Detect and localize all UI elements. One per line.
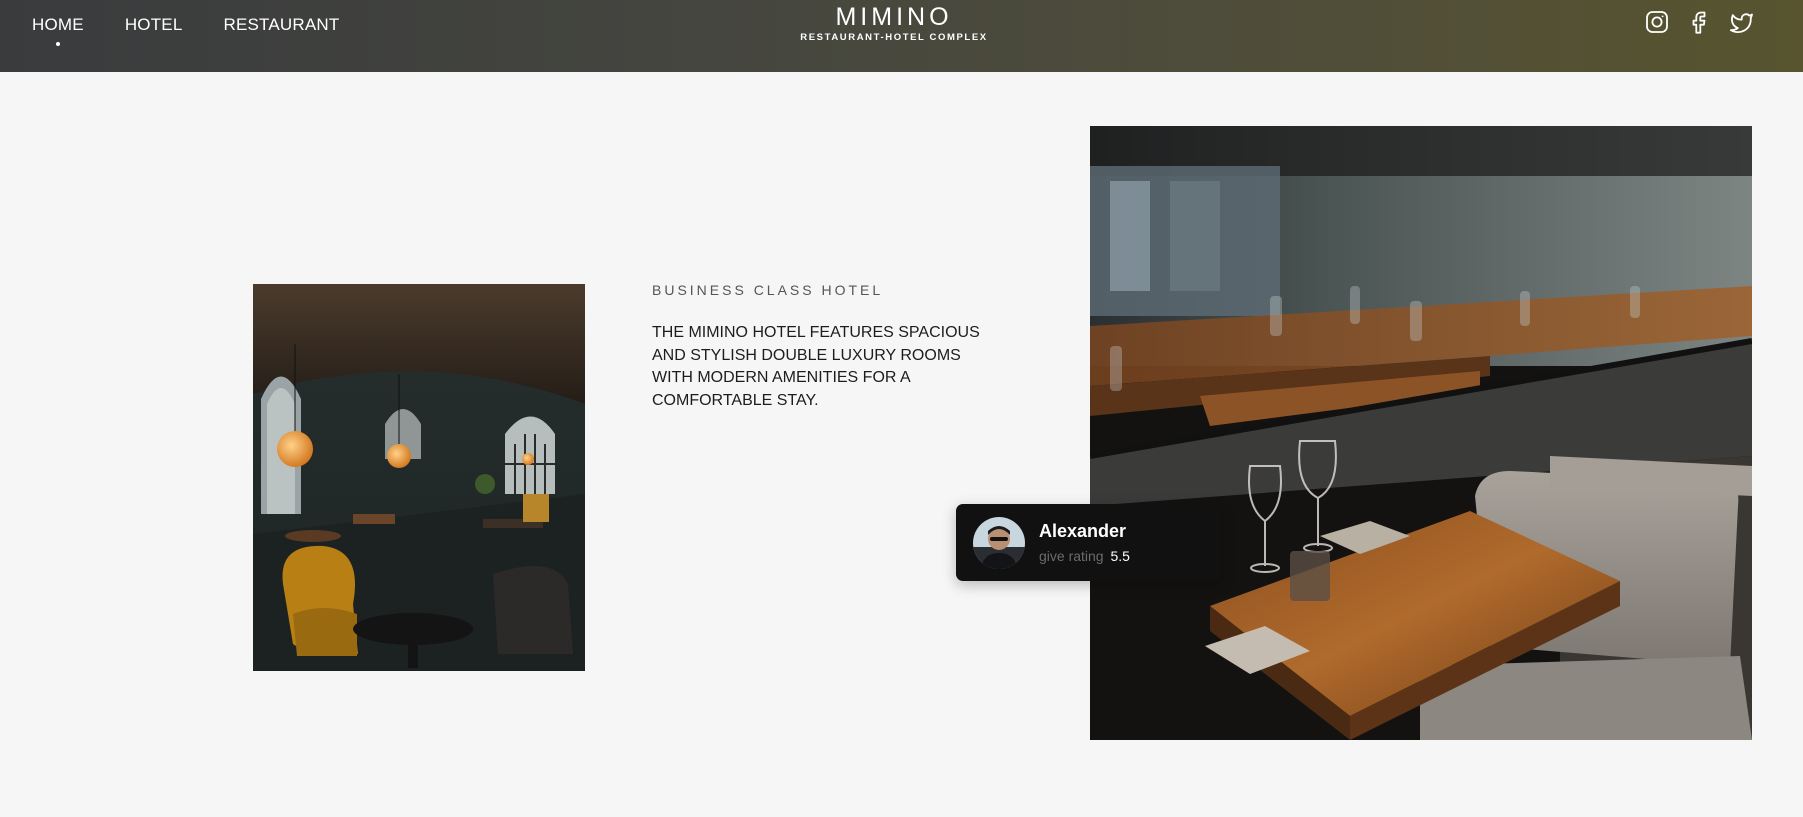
twitter-icon[interactable] [1728, 9, 1754, 35]
hero-text: BUSINESS CLASS HOTEL THE MIMINO HOTEL FE… [652, 282, 992, 412]
avatar [973, 516, 1025, 569]
social-links [1644, 9, 1754, 35]
brand-title: MIMINO [835, 3, 953, 31]
hotel-lounge-image [253, 284, 585, 671]
restaurant-tables-image [1090, 126, 1752, 740]
site-header: HOME HOTEL RESTAURANT MIMINO RESTAURANT-… [0, 0, 1803, 72]
rating-card[interactable]: Alexander give rating 5.5 [956, 504, 1221, 581]
brand-logo[interactable]: MIMINO RESTAURANT-HOTEL COMPLEX [0, 3, 1788, 43]
instagram-icon[interactable] [1644, 9, 1670, 35]
rating-label: give rating [1039, 548, 1104, 564]
user-name: Alexander [1039, 521, 1127, 541]
facebook-icon[interactable] [1686, 9, 1712, 35]
rating-value: 5.5 [1110, 548, 1130, 564]
rating-line: give rating 5.5 [1039, 548, 1130, 564]
section-eyebrow: BUSINESS CLASS HOTEL [652, 282, 884, 298]
hotel-description: THE MIMINO HOTEL FEATURES SPACIOUS AND S… [652, 324, 980, 409]
rating-text: Alexander give rating 5.5 [1039, 521, 1130, 564]
brand-subtitle: RESTAURANT-HOTEL COMPLEX [800, 32, 988, 43]
